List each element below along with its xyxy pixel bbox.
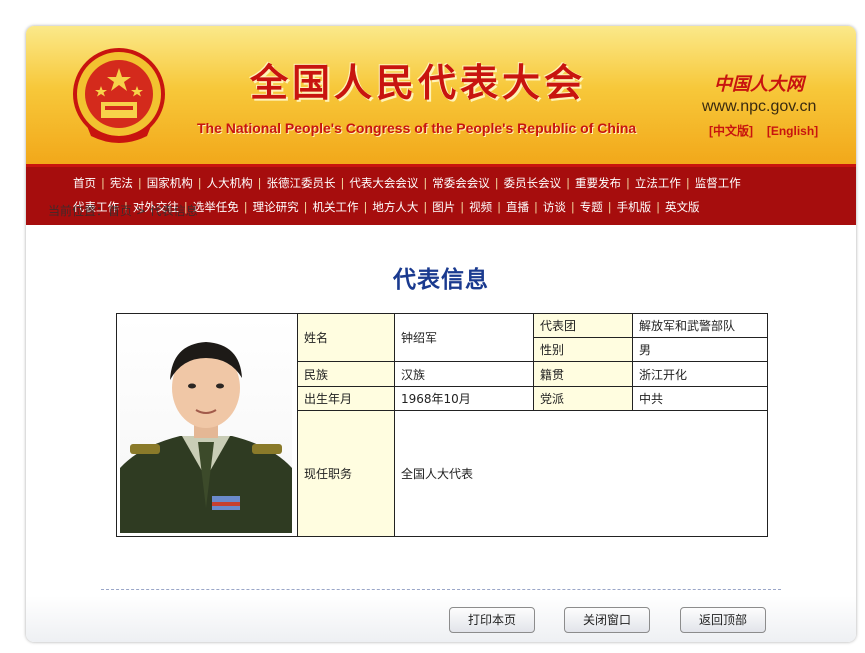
- photo-cell: [116, 313, 298, 537]
- nav-separator: |: [243, 200, 248, 214]
- site-url: www.npc.gov.cn: [702, 98, 817, 115]
- native-place-label: 籍贯: [533, 361, 633, 387]
- nav-item[interactable]: 常委会会议: [432, 176, 490, 190]
- nav-item[interactable]: 英文版: [665, 200, 700, 214]
- nav-item[interactable]: 手机版: [617, 200, 652, 214]
- site-header: 全国人民代表大会 The National People's Congress …: [26, 26, 856, 167]
- nav-item[interactable]: 访谈: [543, 200, 566, 214]
- language-switch: [中文版] [English]: [709, 122, 849, 139]
- delegation-label: 代表团: [533, 313, 633, 338]
- nav-separator: |: [340, 176, 345, 190]
- nav-separator: |: [363, 200, 368, 214]
- ethnicity-label: 民族: [297, 361, 395, 387]
- delegate-photo: [120, 317, 292, 533]
- nav-item[interactable]: 代表大会会议: [349, 176, 418, 190]
- page-frame: 全国人民代表大会 The National People's Congress …: [26, 26, 856, 642]
- national-emblem-icon: [73, 48, 165, 143]
- delegate-info-table: 姓名 钟绍军 代表团 解放军和武警部队 性别 男 民族 汉族 籍贯 浙江开化 出…: [116, 313, 768, 537]
- nav-separator: |: [626, 176, 630, 190]
- name-label: 姓名: [297, 313, 395, 362]
- party-value: 中共: [632, 386, 768, 411]
- nav-item[interactable]: 直播: [506, 200, 529, 214]
- nav-separator: |: [494, 176, 499, 190]
- nav-separator: |: [566, 176, 570, 190]
- nav-separator: |: [303, 200, 308, 214]
- nav-separator: |: [423, 200, 428, 214]
- nav-item[interactable]: 国家机构: [147, 176, 193, 190]
- nav-separator: |: [534, 200, 538, 214]
- native-place-value: 浙江开化: [632, 361, 768, 387]
- delegation-value: 解放军和武警部队: [632, 313, 768, 338]
- nav-item[interactable]: 理论研究: [253, 200, 299, 214]
- birth-label: 出生年月: [297, 386, 395, 411]
- nav-item[interactable]: 监督工作: [695, 176, 741, 190]
- gender-label: 性别: [533, 337, 633, 362]
- nav-item[interactable]: 立法工作: [635, 176, 681, 190]
- close-window-button[interactable]: 关闭窗口: [564, 607, 650, 633]
- nav-item[interactable]: 选举任免: [193, 200, 239, 214]
- nav-item[interactable]: 重要发布: [575, 176, 621, 190]
- lang-link-chinese[interactable]: [中文版]: [709, 124, 753, 138]
- name-value: 钟绍军: [394, 313, 534, 362]
- party-label: 党派: [533, 386, 633, 411]
- nav-item[interactable]: 委员长会议: [504, 176, 562, 190]
- print-page-button[interactable]: 打印本页: [449, 607, 535, 633]
- site-title-en: The National People's Congress of the Pe…: [197, 120, 637, 136]
- nav-item[interactable]: 宪法: [110, 176, 133, 190]
- ethnicity-value: 汉族: [394, 361, 534, 387]
- page-title: 代表信息: [393, 266, 489, 293]
- nav-item[interactable]: 地方人大: [372, 200, 418, 214]
- nav-separator: |: [607, 200, 612, 214]
- gender-value: 男: [632, 337, 768, 362]
- nav-item[interactable]: 专题: [580, 200, 603, 214]
- back-to-top-button[interactable]: 返回顶部: [680, 607, 766, 633]
- position-value: 全国人大代表: [394, 410, 768, 537]
- nav-separator: |: [570, 200, 575, 214]
- nav-separator: |: [423, 176, 428, 190]
- nav-item[interactable]: 首页: [73, 176, 96, 190]
- birth-value: 1968年10月: [394, 386, 534, 411]
- breadcrumb: 当前位置：首页 > 代表信息: [48, 204, 198, 218]
- nav-separator: |: [137, 176, 142, 190]
- nav-item[interactable]: 机关工作: [313, 200, 359, 214]
- footer-divider: [101, 589, 781, 590]
- nav-separator: |: [257, 176, 262, 190]
- nav-item[interactable]: 图片: [432, 200, 455, 214]
- nav-item[interactable]: 人大机构: [207, 176, 253, 190]
- nav-item[interactable]: 视频: [469, 200, 492, 214]
- nav-separator: |: [460, 200, 465, 214]
- site-title-cn: 全国人民代表大会: [250, 60, 587, 105]
- npc-brand-logo: 中国人大网: [714, 74, 804, 95]
- nav-separator: |: [101, 176, 105, 190]
- nav-separator: |: [197, 176, 202, 190]
- nav-separator: |: [685, 176, 690, 190]
- nav-row-primary: 首页 | 宪法 | 国家机构 | 人大机构 | 张德江委员长 | 代表大会会议 | 常委会会议 | 委员长会…: [73, 175, 853, 191]
- position-label: 现任职务: [297, 410, 395, 537]
- nav-item[interactable]: 张德江委员长: [267, 176, 336, 190]
- nav-separator: |: [656, 200, 660, 214]
- nav-separator: |: [497, 200, 501, 214]
- lang-link-english[interactable]: [English]: [767, 124, 818, 138]
- delegate-portrait: [120, 341, 292, 533]
